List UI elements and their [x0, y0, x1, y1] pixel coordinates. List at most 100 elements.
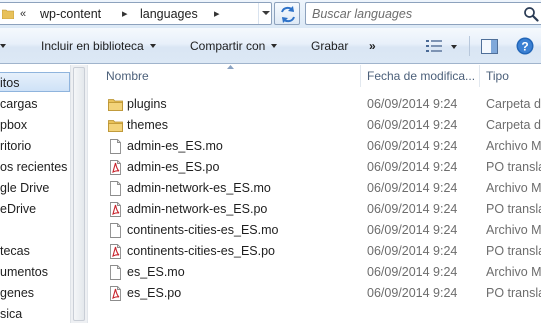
breadcrumb-item-wp-content[interactable]: wp-content — [40, 7, 101, 22]
file-row[interactable]: plugins 06/09/2014 9:24 Carpeta de — [88, 94, 541, 115]
file-date: 06/09/2014 9:24 — [367, 97, 458, 111]
folder-icon — [108, 118, 123, 133]
nav-item-favorites[interactable]: itos — [0, 72, 70, 92]
navigation-pane: itos cargas pbox ritorio os recientes gl… — [0, 65, 70, 323]
file-type: PO transla — [486, 160, 541, 174]
file-type: Archivo M — [486, 223, 541, 237]
nav-scrollbar-thumb[interactable] — [73, 67, 85, 321]
po-file-icon — [108, 160, 123, 175]
sort-ascending-icon — [227, 65, 234, 69]
file-row[interactable]: es_ES.po 06/09/2014 9:24 PO transla — [88, 283, 541, 304]
nav-item-onedrive[interactable]: eDrive — [0, 199, 36, 219]
column-header-type[interactable]: Tipo — [486, 65, 509, 87]
po-file-icon — [108, 286, 123, 301]
nav-item-label: cargas — [0, 97, 38, 111]
file-date: 06/09/2014 9:24 — [367, 181, 458, 195]
search-icon[interactable] — [523, 6, 539, 22]
breadcrumb-chevron-icon[interactable]: ▸ — [214, 6, 220, 22]
file-row[interactable]: continents-cities-es_ES.po 06/09/2014 9:2… — [88, 241, 541, 262]
file-row[interactable]: continents-cities-es_ES.mo 06/09/2014 9:2… — [88, 220, 541, 241]
address-row: « wp-content ▸ languages ▸ — [0, 0, 541, 28]
file-name: continents-cities-es_ES.po — [127, 244, 275, 258]
folder-icon — [2, 9, 14, 19]
search-input[interactable] — [312, 6, 512, 22]
chevron-down-icon — [149, 44, 156, 48]
folder-icon — [108, 97, 123, 112]
burn-button[interactable]: Grabar — [311, 39, 348, 53]
address-bar[interactable]: « wp-content ▸ languages ▸ — [0, 2, 272, 25]
nav-item-label: itos — [0, 76, 20, 90]
column-header-date[interactable]: Fecha de modifica... — [367, 65, 475, 87]
nav-scrollbar[interactable] — [70, 65, 87, 323]
file-type: PO transla — [486, 244, 541, 258]
chevron-down-icon — [262, 11, 270, 15]
file-name: admin-es_ES.po — [127, 160, 220, 174]
file-date: 06/09/2014 9:24 — [367, 244, 458, 258]
search-box[interactable] — [305, 2, 541, 25]
file-name: admin-network-es_ES.mo — [127, 181, 271, 195]
nav-item-documents[interactable]: umentos — [0, 262, 48, 282]
svg-text:?: ? — [521, 40, 528, 54]
file-row[interactable]: admin-network-es_ES.po 06/09/2014 9:24 PO … — [88, 199, 541, 220]
views-icon[interactable] — [426, 40, 442, 52]
file-name: themes — [127, 118, 168, 132]
po-file-icon — [108, 244, 123, 259]
column-divider[interactable] — [479, 65, 480, 87]
share-with-label: Compartir con — [190, 39, 266, 53]
po-file-icon — [108, 202, 123, 217]
nav-item-desktop[interactable]: ritorio — [0, 136, 31, 156]
nav-item-libraries[interactable]: tecas — [0, 241, 30, 261]
file-date: 06/09/2014 9:24 — [367, 286, 458, 300]
file-type: Archivo M — [486, 139, 541, 153]
file-type: PO transla — [486, 286, 541, 300]
share-with-button[interactable]: Compartir con — [190, 39, 278, 53]
refresh-button[interactable] — [274, 2, 300, 25]
mo-file-icon — [108, 181, 123, 196]
nav-item-label: tecas — [0, 244, 30, 258]
file-row[interactable]: admin-network-es_ES.mo 06/09/2014 9:24 Arc… — [88, 178, 541, 199]
nav-item-downloads[interactable]: cargas — [0, 94, 38, 114]
file-name: plugins — [127, 97, 167, 111]
file-type: Carpeta de — [486, 97, 541, 111]
file-type: Carpeta de — [486, 118, 541, 132]
address-dropdown-button[interactable] — [258, 3, 271, 24]
nav-item-label: gle Drive — [0, 181, 50, 195]
file-row[interactable]: admin-es_ES.mo 06/09/2014 9:24 Archivo M — [88, 136, 541, 157]
nav-item-label: sica — [0, 307, 23, 321]
file-row[interactable]: themes 06/09/2014 9:24 Carpeta de — [88, 115, 541, 136]
refresh-icon — [281, 6, 295, 23]
file-name: es_ES.po — [127, 286, 182, 300]
file-type: Archivo M — [486, 265, 541, 279]
nav-item-label: genes — [0, 286, 35, 300]
breadcrumb-separator-icon[interactable]: « — [20, 6, 26, 22]
file-name: admin-network-es_ES.po — [127, 202, 268, 216]
file-type: Archivo M — [486, 181, 541, 195]
file-row[interactable]: admin-es_ES.po 06/09/2014 9:24 PO transla — [88, 157, 541, 178]
help-icon[interactable]: ? — [516, 37, 534, 55]
nav-item-dropbox[interactable]: pbox — [0, 115, 27, 135]
views-dropdown-button[interactable] — [451, 45, 457, 49]
file-name: es_ES.mo — [127, 265, 185, 279]
include-library-button[interactable]: Incluir en biblioteca — [41, 39, 156, 53]
file-row[interactable]: es_ES.mo 06/09/2014 9:24 Archivo M — [88, 262, 541, 283]
breadcrumb-chevron-icon[interactable]: ▸ — [122, 6, 128, 22]
nav-item-music[interactable]: sica — [0, 304, 22, 323]
file-name: admin-es_ES.mo — [127, 139, 223, 153]
nav-item-google-drive[interactable]: gle Drive — [0, 178, 49, 198]
nav-item-label: eDrive — [0, 202, 37, 216]
organize-caret-button[interactable] — [0, 39, 6, 53]
column-header-name[interactable]: Nombre — [106, 65, 149, 87]
more-commands-button[interactable]: » — [369, 39, 376, 53]
file-date: 06/09/2014 9:24 — [367, 202, 458, 216]
command-bar: Incluir en biblioteca Compartir con Grab… — [0, 28, 541, 64]
nav-item-pictures[interactable]: genes — [0, 283, 34, 303]
column-divider[interactable] — [360, 65, 361, 87]
nav-item-label: umentos — [0, 265, 48, 279]
preview-pane-icon[interactable] — [481, 39, 498, 54]
mo-file-icon — [108, 139, 123, 154]
file-date: 06/09/2014 9:24 — [367, 265, 458, 279]
file-date: 06/09/2014 9:24 — [367, 139, 458, 153]
toolbar-divider — [469, 36, 470, 56]
nav-item-recent-places[interactable]: os recientes — [0, 157, 67, 177]
breadcrumb-item-languages[interactable]: languages — [140, 7, 198, 22]
